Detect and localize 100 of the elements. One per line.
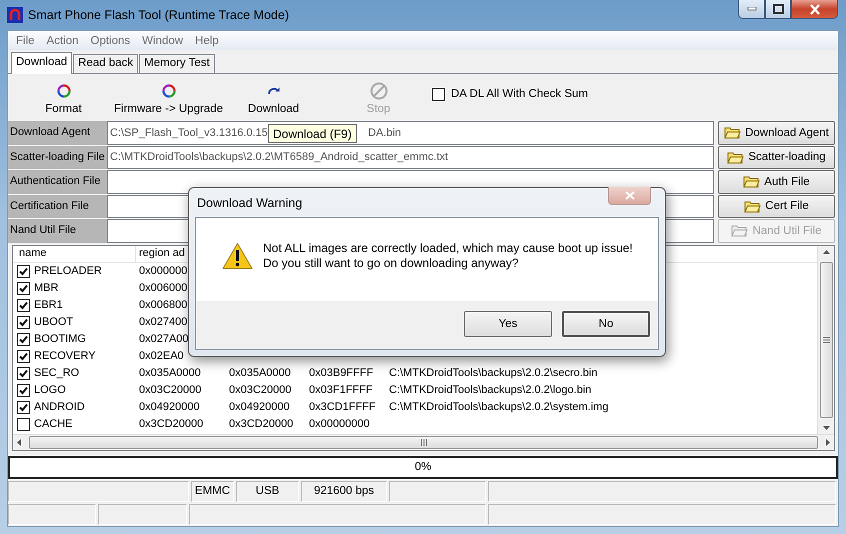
checkbox[interactable] xyxy=(17,264,30,278)
table-cell-text: 0x3CD20000 xyxy=(138,418,204,430)
checkbox-label: DA DL All With Check Sum xyxy=(451,88,588,100)
table-cell-text: 0x00000000 xyxy=(308,418,371,430)
folder-icon xyxy=(724,126,742,140)
up-arrow-icon xyxy=(822,250,830,254)
table-cell-text: C:\MTKDroidTools\backups\2.0.2\system.img xyxy=(388,401,608,413)
table-cell-text: 0x04920000 xyxy=(138,401,201,413)
browse-button[interactable]: Cert File xyxy=(718,194,835,218)
tab[interactable]: Download xyxy=(11,52,72,74)
table-cell-text: 0x03C20000 xyxy=(228,384,292,396)
table-cell-text: 0x03F1FFFF xyxy=(308,384,374,396)
table-cell-text: 0x000000 xyxy=(138,265,188,277)
dialog-button[interactable]: Yes xyxy=(464,311,552,337)
table-cell-text: 0x3CD20000 xyxy=(228,418,294,430)
table-cell: LOGO xyxy=(34,384,66,396)
stop-icon xyxy=(370,82,388,100)
dialog-message: Not ALL images are correctly loaded, which may cause boot up issue! xyxy=(263,241,633,255)
column-header[interactable]: name xyxy=(13,246,136,262)
table-cell: ANDROID xyxy=(34,401,85,413)
menu-item[interactable]: File xyxy=(10,34,41,46)
field-label: Download Agent xyxy=(8,121,107,144)
close-button[interactable] xyxy=(791,0,838,19)
table-cell: MBR xyxy=(34,282,58,294)
menu-item[interactable]: Window xyxy=(136,34,190,46)
menu-item[interactable]: Action xyxy=(40,34,84,46)
status-field: USB xyxy=(236,480,299,502)
checkbox[interactable] xyxy=(17,418,30,430)
warning-icon xyxy=(222,242,253,270)
checkbox[interactable] xyxy=(17,282,30,294)
table-cell-text: 0x027400 xyxy=(138,316,188,328)
checkbox[interactable] xyxy=(432,88,445,100)
minimize-icon xyxy=(746,7,756,11)
dialog-title: Download Warning xyxy=(197,196,302,210)
dialog-message: Do you still want to go on downloading anyway? xyxy=(263,256,520,270)
browse-button[interactable]: Download Agent xyxy=(718,121,835,144)
grip-icon xyxy=(420,438,426,446)
input-field[interactable]: C:\MTKDroidTools\backups\2.0.2\MT6589_Android_scatter_emmc.txt xyxy=(107,146,714,169)
status-field: EMMC xyxy=(191,480,234,502)
toolbar-button[interactable]: Firmware -> Upgrade xyxy=(116,76,221,118)
table-cell-text: C:\MTKDroidTools\backups\2.0.2\secro.bin xyxy=(388,367,598,379)
folder-icon xyxy=(744,200,762,213)
right-arrow-icon xyxy=(826,438,830,446)
table-cell: BOOTIMG xyxy=(34,333,86,345)
window-title: Smart Phone Flash Tool (Runtime Trace Mode) xyxy=(28,8,289,22)
checkbox[interactable] xyxy=(17,400,30,414)
vertical-scrollbar[interactable] xyxy=(817,246,834,434)
checkbox[interactable] xyxy=(17,316,30,328)
table-cell: PRELOADER xyxy=(34,265,102,277)
minimize-button[interactable] xyxy=(738,0,765,19)
down-arrow-icon xyxy=(822,426,830,430)
table-cell-text: 0x035A0000 xyxy=(228,367,292,379)
field-value: DA.bin xyxy=(368,126,402,139)
left-arrow-icon xyxy=(17,438,21,446)
table-cell-text: 0x035A0000 xyxy=(138,367,202,379)
table-cell: CACHE xyxy=(34,418,73,430)
table-cell: RECOVERY xyxy=(34,350,96,362)
table-cell-text: 0x03C20000 xyxy=(138,384,202,396)
checkbox[interactable] xyxy=(17,384,30,396)
horizontal-scrollbar[interactable] xyxy=(13,434,834,450)
browse-button[interactable]: Auth File xyxy=(718,170,835,194)
progress-label: 0% xyxy=(414,461,432,473)
close-icon xyxy=(808,4,820,14)
field-label: Authentication File xyxy=(8,170,107,194)
checkbox[interactable] xyxy=(17,366,30,380)
circular-arrows-icon xyxy=(56,84,70,98)
app-icon xyxy=(7,7,23,23)
folder-icon xyxy=(727,150,744,164)
table-cell-text: 0x006000 xyxy=(138,282,188,294)
table-cell: EBR1 xyxy=(34,299,63,311)
curved-arrow-icon xyxy=(266,86,280,96)
folder-icon xyxy=(731,224,748,238)
menu-item[interactable]: Help xyxy=(189,34,225,46)
table-cell-text: 0x3CD1FFFF xyxy=(308,401,377,413)
table-cell-text: 0x02EA0 xyxy=(138,350,185,362)
field-value: C:\MTKDroidTools\backups\2.0.2\MT6589_Android_scatter_emmc.txt xyxy=(110,151,448,164)
checkbox[interactable] xyxy=(17,350,30,362)
close-icon xyxy=(624,191,634,200)
circular-arrows-icon xyxy=(162,84,176,98)
toolbar-button[interactable]: Format xyxy=(11,76,116,118)
toolbar-button[interactable]: Download xyxy=(221,76,326,118)
field-label: Scatter-loading File xyxy=(8,146,107,169)
tooltip-text: Download (F9) xyxy=(273,127,352,141)
field-value: C:\SP_Flash_Tool_v3.1316.0.15 xyxy=(110,126,268,139)
maximize-icon xyxy=(772,4,784,14)
browse-button[interactable]: Scatter-loading xyxy=(718,146,835,169)
table-cell-text: 0x027A00 xyxy=(138,333,190,345)
maximize-button[interactable] xyxy=(765,0,791,19)
field-label: Certification File xyxy=(8,194,107,218)
tab[interactable]: Memory Test xyxy=(139,54,215,73)
tab[interactable]: Read back xyxy=(73,54,138,73)
checkbox[interactable] xyxy=(17,298,30,312)
table-cell-text: 0x006800 xyxy=(138,299,188,311)
menu-item[interactable]: Options xyxy=(84,34,136,46)
checkbox[interactable] xyxy=(17,332,30,346)
table-cell: SEC_RO xyxy=(34,367,80,379)
table-cell-text: 0x03B9FFFF xyxy=(308,367,374,379)
folder-icon xyxy=(743,175,760,188)
table-cell: UBOOT xyxy=(34,316,74,328)
dialog-button[interactable]: No xyxy=(562,311,650,337)
